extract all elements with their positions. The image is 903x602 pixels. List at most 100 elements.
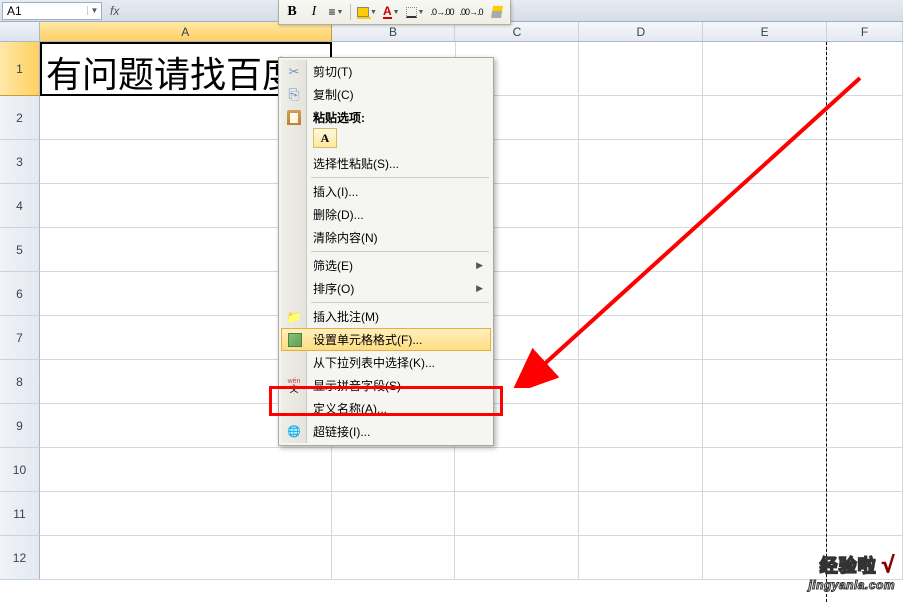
col-header-F[interactable]: F [827, 22, 903, 41]
row-header-1[interactable]: 1 [0, 42, 40, 96]
cell-F1[interactable] [827, 42, 903, 96]
paste-option-a[interactable]: A [313, 128, 337, 148]
cell[interactable] [579, 360, 703, 404]
format-painter-button[interactable] [489, 3, 505, 21]
row-header-6[interactable]: 6 [0, 272, 40, 316]
cell[interactable] [827, 316, 903, 360]
menu-pick-from-list[interactable]: 从下拉列表中选择(K)... [281, 351, 491, 374]
border-button[interactable]: ▼ [406, 3, 425, 21]
cell[interactable] [579, 536, 703, 580]
cell[interactable] [579, 316, 703, 360]
row-header-2[interactable]: 2 [0, 96, 40, 140]
menu-insert-comment[interactable]: 插入批注(M) [281, 305, 491, 328]
menu-show-pinyin[interactable]: 显示拼音字段(S) [281, 374, 491, 397]
cell[interactable] [579, 492, 703, 536]
bold-button[interactable]: B [284, 3, 300, 21]
menu-label: 显示拼音字段(S) [313, 377, 491, 394]
cell[interactable] [703, 360, 827, 404]
row-header-10[interactable]: 10 [0, 448, 40, 492]
menu-paste-special[interactable]: 选择性粘贴(S)... [281, 152, 491, 175]
name-box-dropdown[interactable]: ▼ [87, 6, 101, 15]
cell[interactable] [703, 228, 827, 272]
cell[interactable] [579, 448, 703, 492]
cell[interactable] [703, 492, 827, 536]
align-button[interactable]: ≡▼ [328, 3, 344, 21]
cell-D1[interactable] [579, 42, 703, 96]
name-box[interactable]: A1 ▼ [2, 2, 102, 20]
cell[interactable] [579, 184, 703, 228]
menu-paste-options[interactable]: 粘贴选项: A [281, 106, 491, 152]
separator [350, 4, 351, 20]
menu-label: 粘贴选项: [313, 109, 491, 126]
increase-decimal-button[interactable]: .0→.00 [430, 3, 453, 21]
cell[interactable] [827, 184, 903, 228]
cell[interactable] [703, 316, 827, 360]
cell[interactable] [332, 492, 456, 536]
context-menu: 剪切(T) 复制(C) 粘贴选项: A 选择性粘贴(S)... 插入(I)...… [278, 57, 494, 446]
menu-cut[interactable]: 剪切(T) [281, 60, 491, 83]
cell[interactable] [455, 448, 579, 492]
row-header-8[interactable]: 8 [0, 360, 40, 404]
cell[interactable] [703, 404, 827, 448]
cell[interactable] [40, 536, 332, 580]
menu-clear[interactable]: 清除内容(N) [281, 226, 491, 249]
menu-label: 剪切(T) [313, 63, 491, 80]
menu-filter[interactable]: 筛选(E) ▶ [281, 254, 491, 277]
cell[interactable] [40, 492, 332, 536]
menu-insert[interactable]: 插入(I)... [281, 180, 491, 203]
menu-label: 复制(C) [313, 86, 491, 103]
watermark: 经验啦 √ jingyanla.com [808, 552, 895, 592]
cell[interactable] [827, 492, 903, 536]
font-color-button[interactable]: A▼ [383, 3, 400, 21]
cell[interactable] [827, 272, 903, 316]
cell[interactable] [579, 272, 703, 316]
decrease-decimal-button[interactable]: .00→.0 [460, 3, 483, 21]
cell[interactable] [455, 492, 579, 536]
cell[interactable] [827, 360, 903, 404]
menu-label: 从下拉列表中选择(K)... [313, 354, 491, 371]
cell[interactable] [827, 448, 903, 492]
cell-E1[interactable] [703, 42, 827, 96]
cell[interactable] [703, 140, 827, 184]
cell[interactable] [703, 448, 827, 492]
menu-format-cells[interactable]: 设置单元格格式(F)... [281, 328, 491, 351]
menu-copy[interactable]: 复制(C) [281, 83, 491, 106]
menu-label: 定义名称(A)... [313, 400, 491, 417]
fill-color-button[interactable]: ▼ [357, 3, 377, 21]
cell[interactable] [579, 140, 703, 184]
menu-define-name[interactable]: 定义名称(A)... [281, 397, 491, 420]
cell[interactable] [703, 184, 827, 228]
cell[interactable] [703, 96, 827, 140]
cell[interactable] [40, 448, 332, 492]
cell[interactable] [579, 96, 703, 140]
cell[interactable] [332, 448, 456, 492]
cell[interactable] [579, 228, 703, 272]
row-header-5[interactable]: 5 [0, 228, 40, 272]
col-header-D[interactable]: D [579, 22, 703, 41]
row-header-9[interactable]: 9 [0, 404, 40, 448]
col-header-E[interactable]: E [703, 22, 827, 41]
menu-hyperlink[interactable]: 超链接(I)... [281, 420, 491, 443]
menu-delete[interactable]: 删除(D)... [281, 203, 491, 226]
cell[interactable] [827, 140, 903, 184]
cell[interactable] [703, 272, 827, 316]
submenu-arrow-icon: ▶ [476, 260, 483, 271]
row-header-11[interactable]: 11 [0, 492, 40, 536]
row-header-3[interactable]: 3 [0, 140, 40, 184]
italic-button[interactable]: I [306, 3, 322, 21]
cell[interactable] [827, 228, 903, 272]
menu-sort[interactable]: 排序(O) ▶ [281, 277, 491, 300]
row-header-4[interactable]: 4 [0, 184, 40, 228]
cell[interactable] [455, 536, 579, 580]
row-header-7[interactable]: 7 [0, 316, 40, 360]
row-header-12[interactable]: 12 [0, 536, 40, 580]
cell[interactable] [579, 404, 703, 448]
cell[interactable] [827, 96, 903, 140]
cell[interactable] [332, 536, 456, 580]
copy-icon [286, 87, 302, 103]
cell[interactable] [827, 404, 903, 448]
watermark-check-icon: √ [882, 552, 895, 578]
border-icon [406, 7, 417, 18]
menu-label: 插入(I)... [313, 183, 491, 200]
select-all-corner[interactable] [0, 22, 40, 41]
